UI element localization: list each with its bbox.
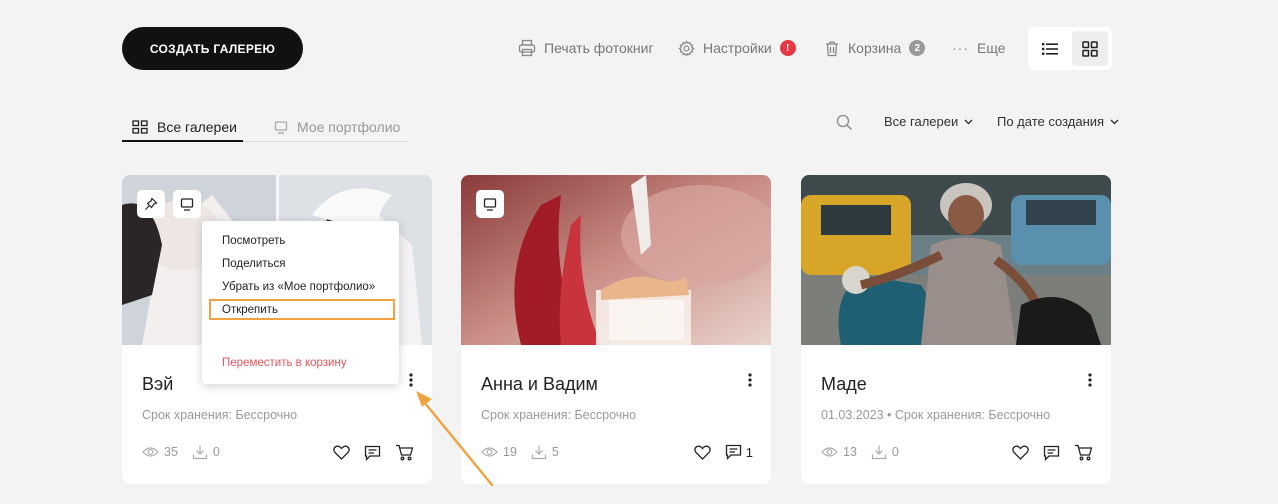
trash-icon [826, 40, 838, 56]
view-toggle [1028, 27, 1112, 70]
monitor-icon [274, 120, 288, 134]
portfolio-button[interactable] [173, 190, 201, 218]
menu-item-remove-from-portfolio[interactable]: Убрать из «Мое портфолио» [222, 281, 375, 293]
favorite-button[interactable] [333, 445, 350, 460]
gallery-actions [1012, 444, 1093, 461]
views-count: 35 [164, 445, 178, 459]
gallery-title[interactable]: Вэй [142, 374, 173, 395]
menu-item-view[interactable]: Посмотреть [222, 235, 285, 247]
more-link[interactable]: ··· Еще [952, 38, 1006, 58]
tab-my-portfolio[interactable]: Мое портфолио [274, 112, 400, 142]
active-tab-indicator [122, 140, 243, 142]
heart-icon [1012, 445, 1029, 460]
tab-all-galleries[interactable]: Все галереи [132, 112, 237, 142]
settings-label: Настройки [703, 40, 772, 56]
chevron-down-icon [1110, 119, 1119, 124]
comments-button[interactable]: 1 [725, 444, 753, 460]
print-photobooks-label: Печать фотокниг [544, 40, 654, 56]
sort-label: По дате создания [997, 114, 1105, 129]
kebab-menu-icon[interactable] [743, 372, 757, 388]
annotation-arrow-icon [416, 391, 494, 487]
gallery-cover-image[interactable] [461, 175, 771, 345]
pin-button[interactable] [137, 190, 165, 218]
gallery-filter-label: Все галереи [884, 114, 959, 129]
printer-icon [518, 39, 536, 57]
gallery-context-menu: Посмотреть Поделиться Убрать из «Мое пор… [202, 221, 399, 384]
gallery-actions [333, 444, 414, 461]
kebab-menu-icon[interactable] [1083, 372, 1097, 388]
sort-dropdown[interactable]: По дате создания [997, 114, 1119, 129]
views-count: 13 [843, 445, 857, 459]
downloads-stat: 0 [871, 444, 899, 460]
more-dots-icon: ··· [952, 40, 969, 56]
cart-button[interactable] [1074, 444, 1093, 461]
eye-icon [821, 447, 838, 457]
gallery-actions: 1 [693, 444, 753, 460]
grid-view-button[interactable] [1072, 31, 1108, 66]
search-icon [836, 114, 852, 130]
print-photobooks-link[interactable]: Печать фотокниг [518, 38, 654, 58]
menu-item-unpin[interactable]: Открепить [222, 304, 278, 316]
search-button[interactable] [836, 114, 853, 136]
comment-icon [725, 444, 741, 460]
favorite-button[interactable] [1012, 445, 1029, 460]
trash-count-badge: 2 [909, 40, 926, 56]
gallery-meta: Срок хранения: Бессрочно [481, 408, 637, 422]
gear-icon [678, 39, 695, 57]
list-view-button[interactable] [1032, 31, 1068, 66]
favorite-button[interactable] [693, 445, 711, 460]
settings-alert-badge: ! [779, 40, 796, 56]
grid-icon [1082, 40, 1098, 57]
monitor-icon [483, 197, 497, 211]
menu-item-move-to-trash[interactable]: Переместить в корзину [222, 357, 347, 369]
downloads-count: 0 [212, 445, 220, 459]
download-icon [871, 445, 887, 460]
heart-icon [693, 445, 711, 460]
downloads-count: 5 [551, 445, 559, 459]
comments-button[interactable] [1043, 445, 1060, 461]
gallery-card[interactable]: Маде 01.03.2023 • Срок хранения: Бессроч… [801, 175, 1111, 484]
comment-icon [364, 445, 381, 461]
portfolio-button[interactable] [476, 190, 504, 218]
tab-all-galleries-label: Все галереи [157, 119, 237, 135]
views-count: 19 [503, 445, 517, 459]
settings-link[interactable]: Настройки ! [678, 38, 796, 58]
gallery-title[interactable]: Маде [821, 374, 867, 395]
grid-icon [132, 120, 148, 134]
chevron-down-icon [964, 119, 973, 124]
gallery-stats: 35 0 [142, 444, 234, 460]
gallery-stats: 13 0 [821, 444, 913, 460]
pin-icon [145, 197, 158, 210]
views-stat: 13 [821, 445, 857, 459]
eye-icon [142, 447, 159, 457]
create-gallery-button[interactable]: СОЗДАТЬ ГАЛЕРЕЮ [122, 27, 303, 70]
list-icon [1042, 42, 1058, 55]
download-icon [531, 445, 547, 460]
downloads-stat: 5 [531, 444, 559, 460]
gallery-meta: Срок хранения: Бессрочно [142, 408, 298, 422]
comment-icon [1043, 445, 1060, 461]
heart-icon [333, 445, 350, 460]
gallery-meta: 01.03.2023 • Срок хранения: Бессрочно [821, 408, 1051, 422]
downloads-count: 0 [891, 445, 899, 459]
monitor-icon [180, 197, 194, 211]
cart-icon [1075, 444, 1093, 461]
trash-link[interactable]: Корзина 2 [824, 38, 926, 58]
more-label: Еще [977, 40, 1006, 56]
download-icon [192, 445, 208, 460]
menu-item-share[interactable]: Поделиться [222, 258, 286, 270]
tab-my-portfolio-label: Мое портфолио [297, 119, 401, 135]
gallery-cover-image[interactable] [801, 175, 1111, 345]
gallery-filter-dropdown[interactable]: Все галереи [884, 114, 973, 129]
gallery-card[interactable]: Анна и Вадим Срок хранения: Бессрочно 19… [461, 175, 771, 484]
comments-count: 1 [745, 444, 753, 460]
trash-label: Корзина [848, 40, 902, 56]
comments-button[interactable] [364, 445, 381, 461]
views-stat: 35 [142, 445, 178, 459]
downloads-stat: 0 [192, 444, 220, 460]
